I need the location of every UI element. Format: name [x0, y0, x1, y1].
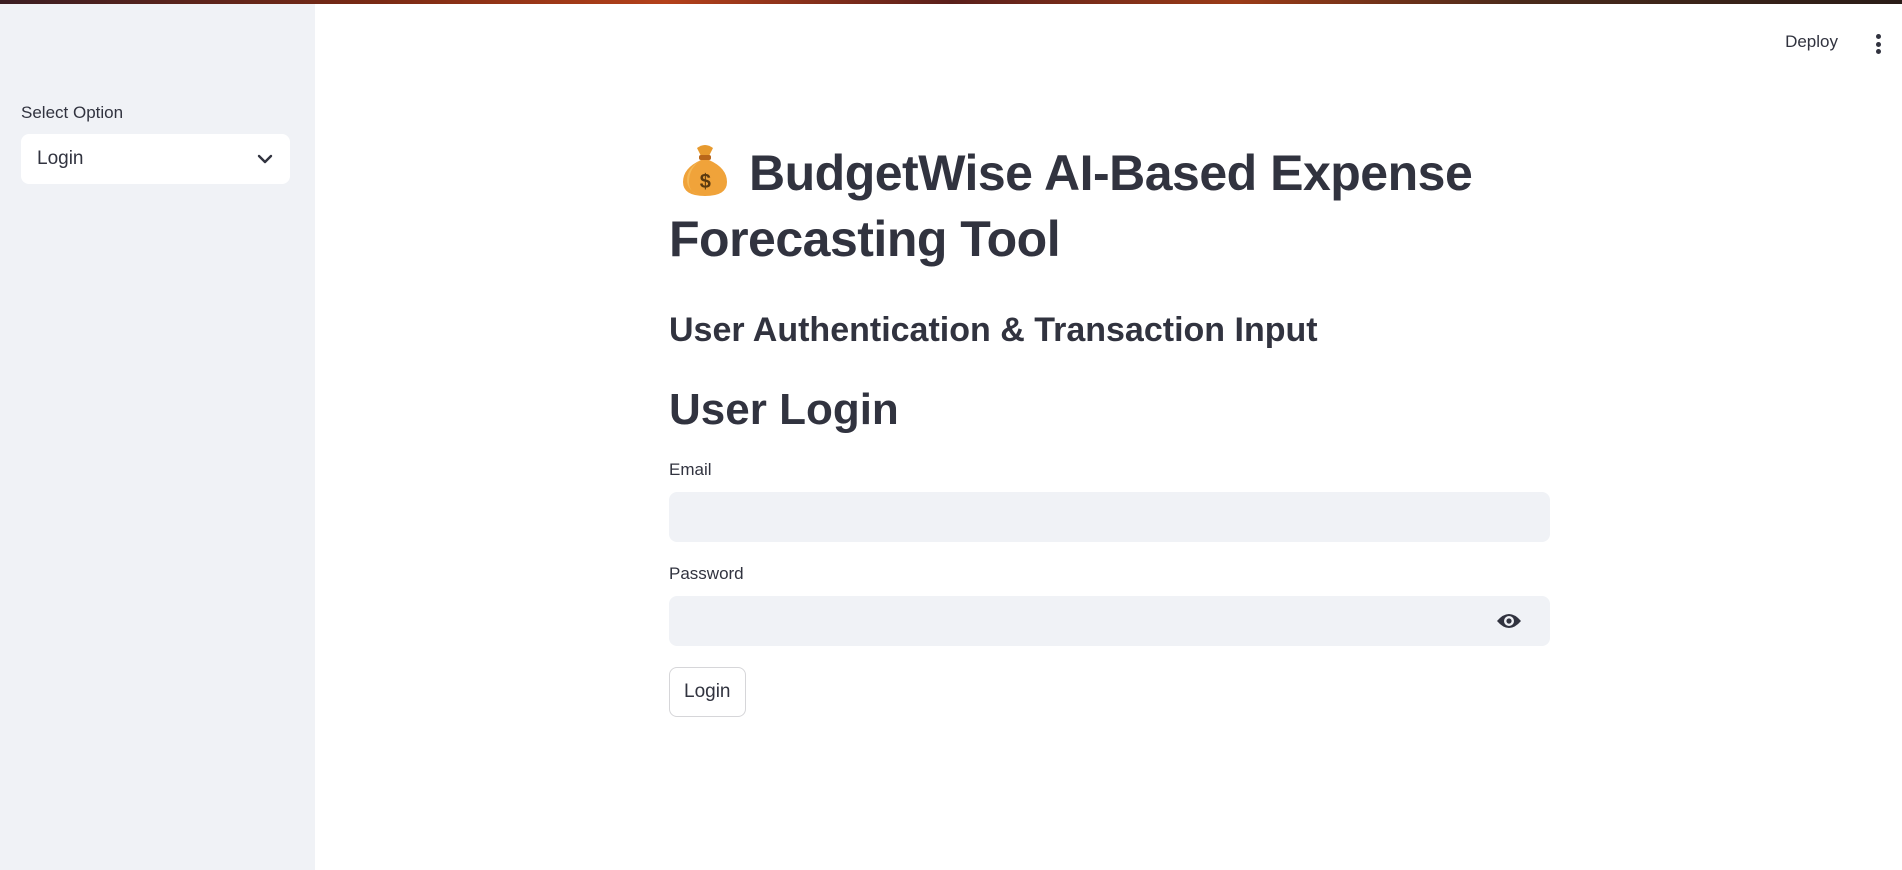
sidebar: Select Option Login: [0, 0, 315, 870]
show-password-icon[interactable]: [1496, 611, 1522, 631]
deploy-button[interactable]: Deploy: [1785, 32, 1838, 52]
select-option-value: Login: [37, 148, 84, 169]
money-bag-icon: $: [679, 142, 731, 198]
password-field[interactable]: [669, 596, 1550, 646]
email-field-container: [669, 492, 1550, 542]
select-option-label: Select Option: [21, 103, 124, 122]
email-label: Email: [669, 460, 712, 479]
password-field-container: [669, 596, 1550, 646]
password-label: Password: [669, 564, 744, 583]
chevron-down-icon: [256, 150, 274, 168]
svg-text:$: $: [700, 171, 711, 193]
app-header: Deploy: [315, 4, 1902, 80]
login-button[interactable]: Login: [669, 667, 746, 717]
main-content: $ BudgetWise AI-Based Expense Forecastin…: [669, 140, 1550, 717]
email-field[interactable]: [669, 492, 1550, 542]
select-option-dropdown[interactable]: Login: [21, 134, 290, 184]
page-subtitle: User Authentication & Transaction Input: [669, 311, 1318, 349]
page-title-text: BudgetWise AI-Based Expense Forecasting …: [669, 145, 1473, 267]
page-title: $ BudgetWise AI-Based Expense Forecastin…: [669, 140, 1550, 272]
login-section-title: User Login: [669, 385, 899, 434]
top-decoration-bar: [0, 0, 1902, 4]
main-menu-icon[interactable]: [1874, 34, 1882, 54]
